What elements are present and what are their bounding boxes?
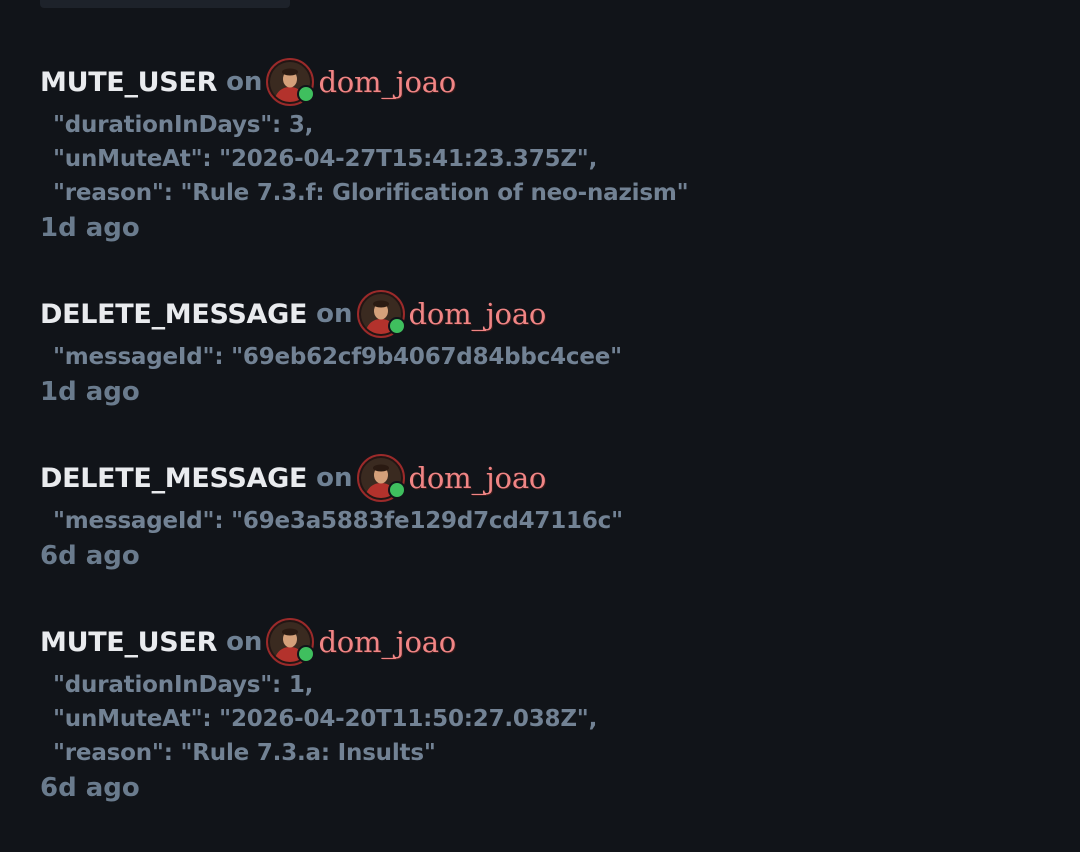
details-block: "durationInDays": 1, "unMuteAt": "2026-04… bbox=[53, 668, 597, 770]
detail-line: "reason": "Rule 7.3.a: Insults" bbox=[53, 740, 436, 766]
username-link[interactable]: dom_joao bbox=[318, 65, 456, 99]
details-block: "durationInDays": 3, "unMuteAt": "2026-04… bbox=[53, 108, 689, 210]
on-label: on bbox=[316, 463, 353, 493]
username-link[interactable]: dom_joao bbox=[318, 625, 456, 659]
online-status-icon bbox=[297, 85, 316, 103]
log-entry: MUTE_USER on dom_joao "durationInDays": … bbox=[40, 56, 689, 246]
action-name: DELETE_MESSAGE bbox=[40, 462, 308, 494]
top-bar bbox=[40, 0, 290, 8]
detail-line: "messageId": "69eb62cf9b4067d84bbc4cee" bbox=[53, 344, 622, 370]
user-avatar[interactable] bbox=[356, 290, 406, 338]
user-avatar[interactable] bbox=[266, 58, 316, 106]
timestamp: 6d ago bbox=[40, 541, 140, 571]
username-link[interactable]: dom_joao bbox=[409, 461, 547, 495]
action-name: DELETE_MESSAGE bbox=[40, 298, 308, 330]
detail-line: "unMuteAt": "2026-04-20T11:50:27.038Z", bbox=[53, 706, 598, 732]
timestamp: 1d ago bbox=[40, 377, 140, 407]
on-label: on bbox=[226, 67, 263, 97]
online-status-icon bbox=[297, 645, 316, 663]
detail-line: "unMuteAt": "2026-04-27T15:41:23.375Z", bbox=[53, 146, 598, 172]
log-entry-header: DELETE_MESSAGE on dom_joao bbox=[40, 452, 623, 504]
action-name: MUTE_USER bbox=[40, 626, 218, 658]
timestamp: 1d ago bbox=[40, 213, 140, 243]
detail-line: "durationInDays": 1, bbox=[53, 672, 314, 698]
on-label: on bbox=[316, 299, 353, 329]
detail-line: "reason": "Rule 7.3.f: Glorification of … bbox=[53, 180, 689, 206]
action-name: MUTE_USER bbox=[40, 66, 218, 98]
user-avatar[interactable] bbox=[266, 618, 316, 666]
online-status-icon bbox=[387, 481, 406, 499]
username-link[interactable]: dom_joao bbox=[409, 297, 547, 331]
log-entry: MUTE_USER on dom_joao "durationInDays": … bbox=[40, 616, 597, 806]
log-entry-header: MUTE_USER on dom_joao bbox=[40, 616, 597, 668]
log-entry-header: DELETE_MESSAGE on dom_joao bbox=[40, 288, 622, 340]
online-status-icon bbox=[387, 317, 406, 335]
log-entry: DELETE_MESSAGE on dom_joao "messageId": … bbox=[40, 288, 622, 410]
timestamp: 6d ago bbox=[40, 773, 140, 803]
detail-line: "durationInDays": 3, bbox=[53, 112, 314, 138]
user-avatar[interactable] bbox=[356, 454, 406, 502]
detail-line: "messageId": "69e3a5883fe129d7cd47116c" bbox=[53, 508, 623, 534]
log-entry-header: MUTE_USER on dom_joao bbox=[40, 56, 688, 108]
details-block: "messageId": "69e3a5883fe129d7cd47116c" bbox=[53, 504, 623, 538]
log-entry: DELETE_MESSAGE on dom_joao "messageId": … bbox=[40, 452, 623, 574]
on-label: on bbox=[226, 627, 263, 657]
details-block: "messageId": "69eb62cf9b4067d84bbc4cee" bbox=[53, 340, 622, 374]
